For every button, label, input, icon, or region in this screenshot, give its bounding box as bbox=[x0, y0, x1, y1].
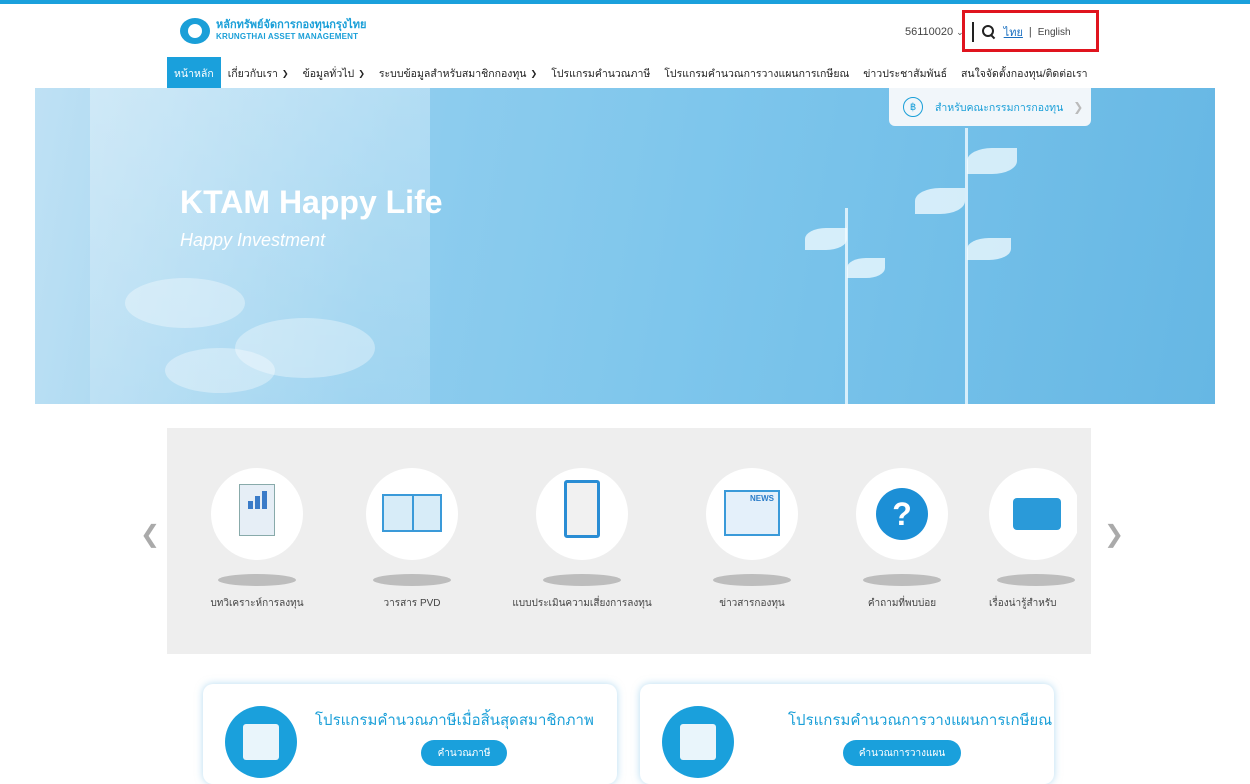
card-title: โปรแกรมคำนวณภาษีเมื่อสิ้นสุดสมาชิกภาพ bbox=[315, 712, 594, 729]
coin-graphic bbox=[165, 348, 275, 393]
books-icon bbox=[1013, 498, 1061, 530]
chevron-down-icon: ❯ bbox=[281, 68, 289, 78]
retirement-planner-card: โปรแกรมคำนวณการวางแผนการเกษียณ คำนวณการว… bbox=[640, 684, 1054, 784]
committee-link[interactable]: ฿ สำหรับคณะกรรมการกองทุน ❯ bbox=[889, 88, 1091, 126]
hero-subtitle: Happy Investment bbox=[180, 230, 326, 250]
tax-calculator-card: โปรแกรมคำนวณภาษีเมื่อสิ้นสุดสมาชิกภาพ คำ… bbox=[203, 684, 617, 784]
carousel-next-button[interactable]: ❯ bbox=[1104, 520, 1124, 549]
logo-emblem-icon bbox=[180, 18, 210, 44]
chevron-down-icon: ❯ bbox=[530, 68, 538, 78]
book-icon bbox=[382, 494, 442, 532]
report-chart-icon bbox=[239, 484, 275, 536]
carousel-prev-button[interactable]: ❮ bbox=[140, 520, 160, 549]
carousel-item-faq[interactable]: ? คำถามที่พบบ่อย bbox=[827, 468, 977, 611]
card-title: โปรแกรมคำนวณการวางแผนการเกษียณ bbox=[788, 712, 1053, 729]
nav-item-retirement-planner[interactable]: โปรแกรมคำนวณการวางแผนการเกษียณ bbox=[657, 57, 856, 89]
leaf-graphic bbox=[805, 228, 847, 250]
calculator-icon bbox=[225, 706, 297, 778]
logo-english-text: KRUNGTHAI ASSET MANAGEMENT bbox=[216, 32, 359, 41]
calculator-icon bbox=[662, 706, 734, 778]
chevron-right-icon: ❯ bbox=[1073, 100, 1084, 114]
calculate-tax-button[interactable]: คำนวณภาษี bbox=[421, 740, 507, 766]
nav-item-home[interactable]: หน้าหลัก bbox=[167, 57, 221, 89]
carousel-item-pvd-journal[interactable]: วารสาร PVD bbox=[337, 468, 487, 611]
carousel-item-analysis[interactable]: บทวิเคราะห์การลงทุน bbox=[182, 468, 332, 611]
nav-item-general-info[interactable]: ข้อมูลทั่วไป ❯ bbox=[296, 57, 372, 89]
carousel-item-fund-news[interactable]: NEWS ข่าวสารกองทุน bbox=[677, 468, 827, 611]
carousel-item-label: คำถามที่พบบ่อย bbox=[867, 598, 937, 609]
committee-label: สำหรับคณะกรรมการกองทุน bbox=[935, 101, 1064, 114]
hero-title: KTAM Happy Life bbox=[180, 184, 443, 220]
annotation-highlight-box bbox=[962, 10, 1099, 52]
calculate-plan-button[interactable]: คำนวณการวางแผน bbox=[843, 740, 961, 766]
carousel-item-knowledge[interactable]: เรื่องน่ารู้สำหรับ bbox=[977, 468, 1077, 611]
chevron-down-icon: ❯ bbox=[358, 68, 365, 78]
baht-coin-icon: ฿ bbox=[903, 97, 923, 117]
question-icon: ? bbox=[876, 488, 928, 540]
main-nav: หน้าหลัก เกี่ยวกับเรา ❯ ข้อมูลทั่วไป ❯ ระบ… bbox=[167, 57, 1095, 89]
carousel-item-risk-assessment[interactable]: แบบประเมินความเสี่ยงการลงทุน bbox=[507, 468, 657, 611]
carousel-item-label: วารสาร PVD bbox=[383, 598, 441, 609]
nav-item-contact[interactable]: สนใจจัดตั้งกองทุน/ติดต่อเรา bbox=[954, 57, 1094, 89]
hero-banner: KTAM Happy Life Happy Investment ฿ สำหรั… bbox=[35, 88, 1215, 404]
carousel-item-label: แบบประเมินความเสี่ยงการลงทุน bbox=[512, 598, 652, 609]
clipboard-icon bbox=[564, 480, 600, 538]
nav-item-member-system[interactable]: ระบบข้อมูลสำหรับสมาชิกกองทุน ❯ bbox=[372, 57, 544, 89]
leaf-graphic bbox=[847, 258, 885, 278]
carousel-item-label: เรื่องน่ารู้สำหรับ bbox=[989, 598, 1057, 609]
nav-item-news[interactable]: ข่าวประชาสัมพันธ์ bbox=[856, 57, 954, 89]
user-code-dropdown[interactable]: 56110020 bbox=[905, 26, 953, 38]
carousel-item-label: ข่าวสารกองทุน bbox=[719, 598, 785, 609]
logo-thai-text: หลักทรัพย์จัดการกองทุนกรุงไทย bbox=[216, 19, 367, 31]
carousel-item-label: บทวิเคราะห์การลงทุน bbox=[210, 598, 304, 609]
leaf-graphic bbox=[967, 148, 1017, 174]
coin-graphic bbox=[125, 278, 245, 328]
newspaper-icon: NEWS bbox=[724, 490, 780, 536]
site-logo[interactable]: หลักทรัพย์จัดการกองทุนกรุงไทย KRUNGTHAI … bbox=[180, 18, 366, 44]
nav-item-tax-calculator[interactable]: โปรแกรมคำนวณภาษี bbox=[544, 57, 657, 89]
nav-item-about[interactable]: เกี่ยวกับเรา ❯ bbox=[221, 57, 296, 89]
leaf-graphic bbox=[967, 238, 1011, 260]
quick-links-carousel: บทวิเคราะห์การลงทุน วารสาร PVD แบบประเมิ… bbox=[167, 428, 1091, 654]
site-header: หลักทรัพย์จัดการกองทุนกรุงไทย KRUNGTHAI … bbox=[0, 4, 1250, 89]
leaf-graphic bbox=[915, 188, 965, 214]
